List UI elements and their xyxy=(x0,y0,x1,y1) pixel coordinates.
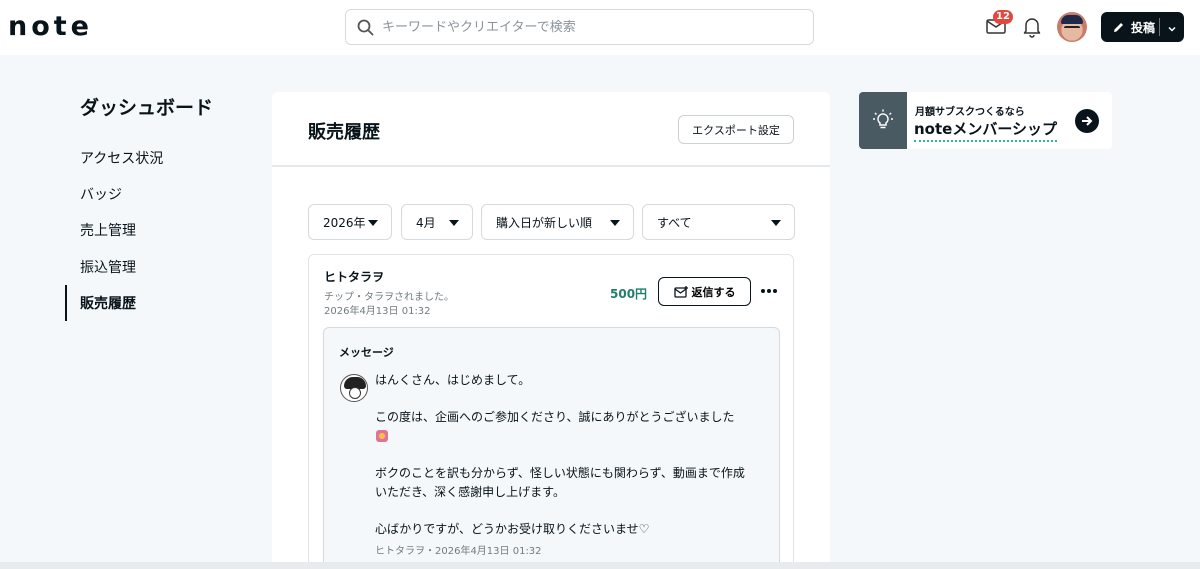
post-button[interactable]: 投稿 xyxy=(1101,12,1184,42)
type-select[interactable]: すべて xyxy=(642,204,795,240)
caret-down-icon xyxy=(610,220,620,226)
header-divider xyxy=(272,165,830,167)
sidebar-item-sales[interactable]: 売上管理 xyxy=(80,220,136,240)
message-line: ボクのことを訳も分からず、怪しい状態にも関わらず、動画まで作成 xyxy=(375,466,745,480)
sender-avatar[interactable] xyxy=(340,374,368,402)
pen-icon xyxy=(1112,20,1126,34)
search-icon xyxy=(356,18,374,36)
caret-down-icon xyxy=(449,220,459,226)
sale-item: ヒトタラヲ チップ・タラヲされました。 2026年4月13日 01:32 500… xyxy=(308,254,794,569)
notification-badge: 12 xyxy=(993,10,1013,24)
post-button-divider xyxy=(1159,18,1160,36)
banner-subtitle: 月額サブスクつくるなら xyxy=(915,107,1025,118)
chevron-down-icon[interactable] xyxy=(1166,20,1178,32)
message-line: いただき、深く感謝申し上げます。 xyxy=(375,485,565,499)
caret-down-icon xyxy=(368,220,378,226)
more-icon[interactable] xyxy=(759,282,779,300)
message-line: はんくさん、はじめまして。 xyxy=(375,373,531,387)
membership-banner[interactable]: 月額サブスクつくるなら noteメンバーシップ xyxy=(859,92,1112,149)
message-box: メッセージ はんくさん、はじめまして。 この度は、企画へのご参加くださり、誠にあ… xyxy=(323,327,780,569)
sidebar-active-indicator xyxy=(65,285,67,321)
reply-button-label: 返信する xyxy=(691,285,736,299)
search-input[interactable] xyxy=(382,19,782,35)
export-settings-button[interactable]: エクスポート設定 xyxy=(678,115,794,144)
reply-button[interactable]: 返信する xyxy=(658,277,751,306)
buyer-name[interactable]: ヒトタラヲ xyxy=(324,268,384,285)
message-line: 心ばかりですが、どうかお受け取りくださいませ♡ xyxy=(375,522,650,536)
dashboard-title: ダッシュボード xyxy=(80,97,214,119)
message-line: この度は、企画へのご参加くださり、誠にありがとうございました xyxy=(375,410,735,424)
sidebar-item-transfer[interactable]: 振込管理 xyxy=(80,257,136,277)
month-select[interactable]: 4月 xyxy=(401,204,473,240)
year-select-value: 2026年 xyxy=(323,215,366,230)
banner-title: noteメンバーシップ xyxy=(914,118,1058,142)
user-avatar[interactable] xyxy=(1057,12,1087,42)
note-logo[interactable]: note xyxy=(8,13,93,41)
type-select-value: すべて xyxy=(657,215,692,230)
header: note 12 投稿 xyxy=(0,0,1200,55)
reply-icon xyxy=(673,285,688,298)
month-select-value: 4月 xyxy=(416,215,436,230)
page-title: 販売履歴 xyxy=(308,122,380,143)
bell-icon[interactable] xyxy=(1022,16,1042,38)
sidebar-item-sales-history[interactable]: 販売履歴 xyxy=(80,293,136,313)
arrow-right-icon xyxy=(1075,109,1099,133)
search-box[interactable] xyxy=(345,9,814,45)
post-button-label: 投稿 xyxy=(1131,20,1156,35)
message-label: メッセージ xyxy=(339,346,394,359)
message-meta: ヒトタラヲ・2026年4月13日 01:32 xyxy=(375,546,542,557)
sort-select-value: 購入日が新しい順 xyxy=(496,215,593,230)
sale-price: 500円 xyxy=(610,287,648,301)
year-select[interactable]: 2026年 xyxy=(308,204,392,240)
sidebar-item-access[interactable]: アクセス状況 xyxy=(80,148,163,168)
sale-description: チップ・タラヲされました。 xyxy=(324,292,454,303)
window-bottom-bar xyxy=(0,562,1200,569)
sale-date: 2026年4月13日 01:32 xyxy=(324,306,431,317)
bulb-icon xyxy=(859,92,907,149)
sidebar-item-badge[interactable]: バッジ xyxy=(80,184,122,204)
emoji-icon xyxy=(376,430,388,442)
sort-select[interactable]: 購入日が新しい順 xyxy=(481,204,634,240)
caret-down-icon xyxy=(771,220,781,226)
sales-history-panel: 販売履歴 エクスポート設定 2026年 4月 購入日が新しい順 すべて ヒトタラ… xyxy=(272,92,830,569)
